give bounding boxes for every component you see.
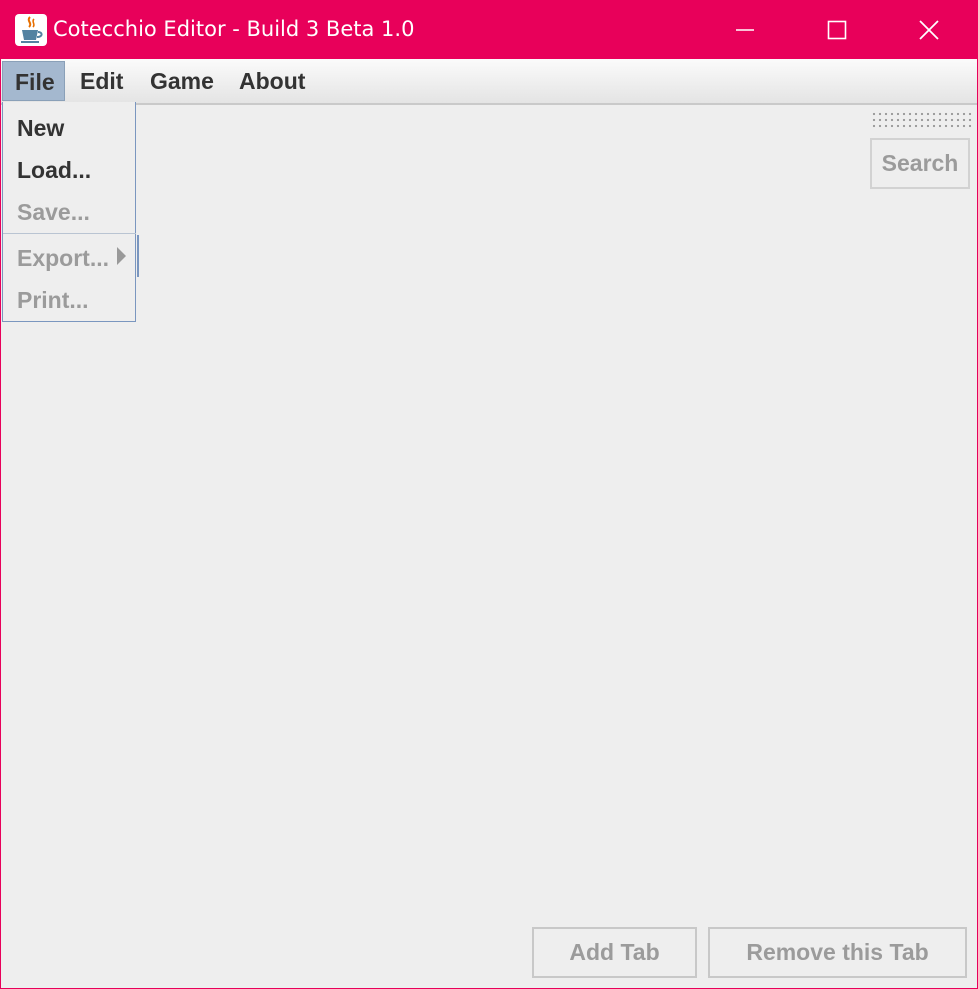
menu-item-save[interactable]: Save... [17, 199, 90, 226]
file-menu-dropdown: New Load... Save... Export... Print... [2, 102, 139, 322]
close-icon [919, 20, 939, 40]
menu-bar: File Edit Game About [1, 59, 977, 105]
minimize-button[interactable] [699, 1, 791, 59]
maximize-button[interactable] [791, 1, 883, 59]
toolbar-grip[interactable] [871, 111, 973, 129]
menu-file[interactable]: File [2, 61, 65, 101]
menu-item-load[interactable]: Load... [17, 157, 91, 184]
menu-separator [3, 233, 136, 234]
menu-edit[interactable]: Edit [68, 61, 135, 101]
submenu-arrow-icon [117, 247, 126, 265]
menu-game[interactable]: Game [138, 61, 226, 101]
java-coffee-cup-icon [15, 14, 47, 46]
menu-item-new[interactable]: New [17, 115, 64, 142]
remove-tab-button[interactable]: Remove this Tab [708, 927, 967, 978]
add-tab-button[interactable]: Add Tab [532, 927, 697, 978]
title-bar[interactable]: Cotecchio Editor - Build 3 Beta 1.0 [1, 1, 977, 59]
menu-item-print[interactable]: Print... [17, 287, 89, 314]
search-button[interactable]: Search [870, 138, 970, 189]
minimize-icon [736, 29, 754, 31]
menu-about[interactable]: About [227, 61, 317, 101]
maximize-icon [827, 20, 847, 40]
menu-item-export[interactable]: Export... [17, 245, 109, 272]
close-button[interactable] [883, 1, 975, 59]
submenu-edge [137, 235, 139, 277]
app-window: Cotecchio Editor - Build 3 Beta 1.0 File… [0, 0, 978, 989]
window-title: Cotecchio Editor - Build 3 Beta 1.0 [53, 17, 415, 41]
